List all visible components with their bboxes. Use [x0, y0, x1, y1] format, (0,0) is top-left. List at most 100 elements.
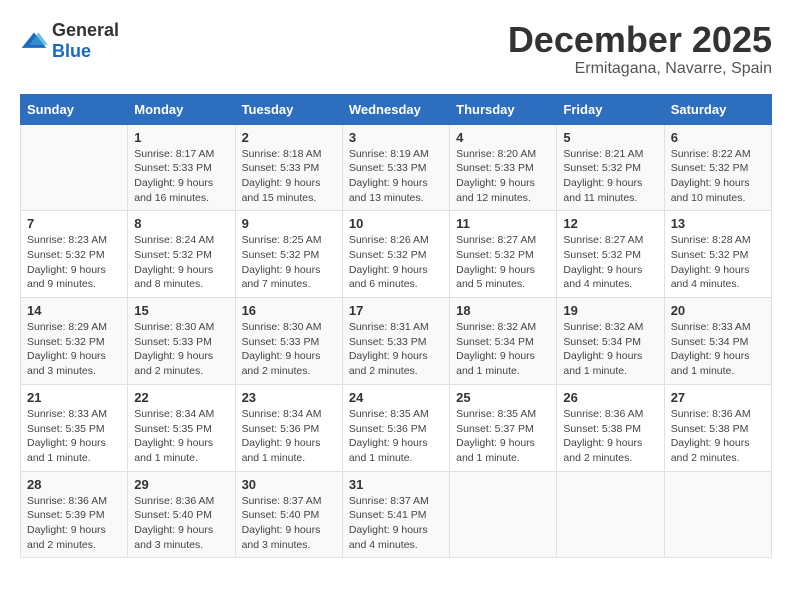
calendar-cell: 19 Sunrise: 8:32 AMSunset: 5:34 PMDayligh…	[557, 298, 664, 385]
day-info: Sunrise: 8:26 AMSunset: 5:32 PMDaylight:…	[349, 233, 443, 292]
calendar-cell: 8Sunrise: 8:24 AMSunset: 5:32 PMDaylight…	[128, 211, 235, 298]
calendar-cell: 25 Sunrise: 8:35 AMSunset: 5:37 PMDayligh…	[450, 384, 557, 471]
day-info: Sunrise: 8:25 AMSunset: 5:32 PMDaylight:…	[242, 233, 336, 292]
calendar-cell	[557, 471, 664, 558]
calendar-cell	[450, 471, 557, 558]
logo-icon	[20, 31, 48, 51]
day-number: 16	[242, 303, 336, 318]
day-info: Sunrise: 8:31 AMSunset: 5:33 PMDaylight:…	[349, 320, 443, 379]
day-info: Sunrise: 8:29 AMSunset: 5:32 PMDaylight:…	[27, 320, 121, 379]
calendar-cell: 31 Sunrise: 8:37 AMSunset: 5:41 PMDayligh…	[342, 471, 449, 558]
day-number: 23	[242, 390, 336, 405]
day-number: 29	[134, 477, 228, 492]
weekday-header-saturday: Saturday	[664, 94, 771, 124]
day-number: 8	[134, 216, 228, 231]
calendar-cell: 29 Sunrise: 8:36 AMSunset: 5:40 PMDayligh…	[128, 471, 235, 558]
day-info: Sunrise: 8:28 AMSunset: 5:32 PMDaylight:…	[671, 233, 765, 292]
calendar-week-row: 1 Sunrise: 8:17 AMSunset: 5:33 PMDaylight…	[21, 124, 772, 211]
day-info: Sunrise: 8:30 AMSunset: 5:33 PMDaylight:…	[242, 320, 336, 379]
day-info: Sunrise: 8:30 AMSunset: 5:33 PMDaylight:…	[134, 320, 228, 379]
day-info: Sunrise: 8:32 AMSunset: 5:34 PMDaylight:…	[563, 320, 657, 379]
day-number: 10	[349, 216, 443, 231]
day-number: 17	[349, 303, 443, 318]
calendar-cell: 12 Sunrise: 8:27 AMSunset: 5:32 PMDayligh…	[557, 211, 664, 298]
calendar-table: SundayMondayTuesdayWednesdayThursdayFrid…	[20, 94, 772, 559]
day-number: 6	[671, 130, 765, 145]
day-info: Sunrise: 8:33 AMSunset: 5:34 PMDaylight:…	[671, 320, 765, 379]
weekday-header-thursday: Thursday	[450, 94, 557, 124]
day-info: Sunrise: 8:23 AMSunset: 5:32 PMDaylight:…	[27, 233, 121, 292]
day-number: 31	[349, 477, 443, 492]
day-info: Sunrise: 8:20 AMSunset: 5:33 PMDaylight:…	[456, 147, 550, 206]
day-info: Sunrise: 8:34 AMSunset: 5:36 PMDaylight:…	[242, 407, 336, 466]
day-info: Sunrise: 8:35 AMSunset: 5:37 PMDaylight:…	[456, 407, 550, 466]
day-info: Sunrise: 8:37 AMSunset: 5:40 PMDaylight:…	[242, 494, 336, 553]
calendar-cell: 14Sunrise: 8:29 AMSunset: 5:32 PMDayligh…	[21, 298, 128, 385]
day-number: 20	[671, 303, 765, 318]
day-info: Sunrise: 8:37 AMSunset: 5:41 PMDaylight:…	[349, 494, 443, 553]
calendar-cell: 27Sunrise: 8:36 AMSunset: 5:38 PMDayligh…	[664, 384, 771, 471]
calendar-cell: 21Sunrise: 8:33 AMSunset: 5:35 PMDayligh…	[21, 384, 128, 471]
calendar-week-row: 21Sunrise: 8:33 AMSunset: 5:35 PMDayligh…	[21, 384, 772, 471]
calendar-cell	[21, 124, 128, 211]
day-info: Sunrise: 8:34 AMSunset: 5:35 PMDaylight:…	[134, 407, 228, 466]
title-block: December 2025 Ermitagana, Navarre, Spain	[508, 20, 772, 78]
day-info: Sunrise: 8:27 AMSunset: 5:32 PMDaylight:…	[563, 233, 657, 292]
calendar-cell: 30Sunrise: 8:37 AMSunset: 5:40 PMDayligh…	[235, 471, 342, 558]
day-info: Sunrise: 8:32 AMSunset: 5:34 PMDaylight:…	[456, 320, 550, 379]
day-number: 7	[27, 216, 121, 231]
calendar-cell: 23 Sunrise: 8:34 AMSunset: 5:36 PMDayligh…	[235, 384, 342, 471]
calendar-cell: 24 Sunrise: 8:35 AMSunset: 5:36 PMDayligh…	[342, 384, 449, 471]
day-info: Sunrise: 8:35 AMSunset: 5:36 PMDaylight:…	[349, 407, 443, 466]
day-number: 18	[456, 303, 550, 318]
day-number: 21	[27, 390, 121, 405]
day-info: Sunrise: 8:19 AMSunset: 5:33 PMDaylight:…	[349, 147, 443, 206]
day-number: 2	[242, 130, 336, 145]
day-info: Sunrise: 8:36 AMSunset: 5:40 PMDaylight:…	[134, 494, 228, 553]
weekday-header-monday: Monday	[128, 94, 235, 124]
day-number: 11	[456, 216, 550, 231]
day-number: 28	[27, 477, 121, 492]
day-number: 4	[456, 130, 550, 145]
logo-blue-text: Blue	[52, 41, 91, 61]
day-info: Sunrise: 8:17 AMSunset: 5:33 PMDaylight:…	[134, 147, 228, 206]
calendar-week-row: 28 Sunrise: 8:36 AMSunset: 5:39 PMDayligh…	[21, 471, 772, 558]
calendar-week-row: 14Sunrise: 8:29 AMSunset: 5:32 PMDayligh…	[21, 298, 772, 385]
day-number: 24	[349, 390, 443, 405]
logo: General Blue	[20, 20, 119, 62]
day-info: Sunrise: 8:36 AMSunset: 5:38 PMDaylight:…	[563, 407, 657, 466]
calendar-cell: 5Sunrise: 8:21 AMSunset: 5:32 PMDaylight…	[557, 124, 664, 211]
day-info: Sunrise: 8:27 AMSunset: 5:32 PMDaylight:…	[456, 233, 550, 292]
weekday-header-tuesday: Tuesday	[235, 94, 342, 124]
calendar-cell: 6 Sunrise: 8:22 AMSunset: 5:32 PMDaylight…	[664, 124, 771, 211]
calendar-cell: 7 Sunrise: 8:23 AMSunset: 5:32 PMDaylight…	[21, 211, 128, 298]
weekday-header-sunday: Sunday	[21, 94, 128, 124]
calendar-cell: 18 Sunrise: 8:32 AMSunset: 5:34 PMDayligh…	[450, 298, 557, 385]
day-info: Sunrise: 8:36 AMSunset: 5:38 PMDaylight:…	[671, 407, 765, 466]
page-subtitle: Ermitagana, Navarre, Spain	[508, 60, 772, 78]
calendar-cell: 15 Sunrise: 8:30 AMSunset: 5:33 PMDayligh…	[128, 298, 235, 385]
day-info: Sunrise: 8:22 AMSunset: 5:32 PMDaylight:…	[671, 147, 765, 206]
day-number: 13	[671, 216, 765, 231]
calendar-cell	[664, 471, 771, 558]
day-number: 12	[563, 216, 657, 231]
calendar-cell: 16 Sunrise: 8:30 AMSunset: 5:33 PMDayligh…	[235, 298, 342, 385]
weekday-header-wednesday: Wednesday	[342, 94, 449, 124]
day-number: 9	[242, 216, 336, 231]
page-header: General Blue December 2025 Ermitagana, N…	[20, 20, 772, 78]
day-info: Sunrise: 8:36 AMSunset: 5:39 PMDaylight:…	[27, 494, 121, 553]
calendar-cell: 1 Sunrise: 8:17 AMSunset: 5:33 PMDaylight…	[128, 124, 235, 211]
day-number: 19	[563, 303, 657, 318]
day-number: 1	[134, 130, 228, 145]
day-number: 26	[563, 390, 657, 405]
day-info: Sunrise: 8:21 AMSunset: 5:32 PMDaylight:…	[563, 147, 657, 206]
weekday-header-friday: Friday	[557, 94, 664, 124]
calendar-cell: 4 Sunrise: 8:20 AMSunset: 5:33 PMDaylight…	[450, 124, 557, 211]
calendar-cell: 3Sunrise: 8:19 AMSunset: 5:33 PMDaylight…	[342, 124, 449, 211]
calendar-cell: 28 Sunrise: 8:36 AMSunset: 5:39 PMDayligh…	[21, 471, 128, 558]
calendar-cell: 9 Sunrise: 8:25 AMSunset: 5:32 PMDaylight…	[235, 211, 342, 298]
day-number: 25	[456, 390, 550, 405]
calendar-cell: 26 Sunrise: 8:36 AMSunset: 5:38 PMDayligh…	[557, 384, 664, 471]
day-number: 15	[134, 303, 228, 318]
calendar-cell: 13 Sunrise: 8:28 AMSunset: 5:32 PMDayligh…	[664, 211, 771, 298]
